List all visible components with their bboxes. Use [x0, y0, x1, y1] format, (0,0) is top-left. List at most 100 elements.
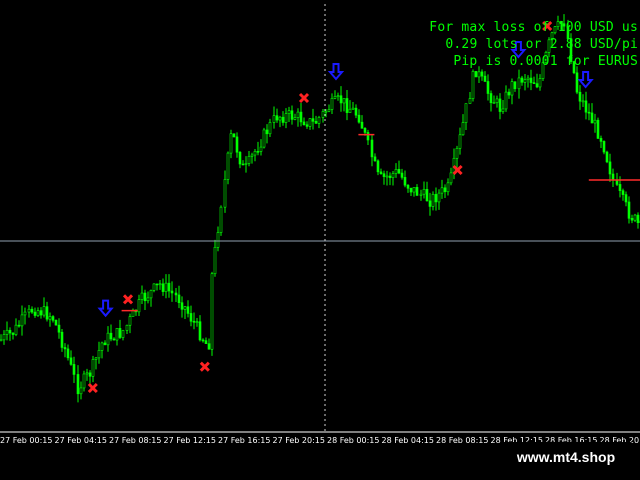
time-tick-label: 27 Feb 00:15 — [0, 436, 52, 445]
candle-body — [394, 169, 398, 174]
candle-body — [409, 187, 413, 193]
candle-body — [370, 139, 374, 158]
candle-body — [608, 161, 612, 175]
candle-body — [501, 108, 505, 112]
price-chart[interactable]: 27 Feb 00:15 27 Feb 04:15 27 Feb 08:15 27 F… — [0, 0, 640, 480]
candle-body — [54, 319, 58, 326]
candle-body — [296, 111, 300, 118]
candle-body — [618, 184, 622, 191]
candle-body — [265, 129, 269, 135]
lot-size-text: 0.29 lots or 2.88 USD/pi — [445, 37, 638, 52]
candle-body — [299, 111, 303, 123]
time-tick-label: 27 Feb 08:15 — [109, 436, 161, 445]
candle-body — [219, 206, 223, 233]
candle-body — [575, 72, 579, 93]
time-tick-label: 28 Feb 00:15 — [327, 436, 379, 445]
candle-body — [314, 121, 318, 124]
candle-body — [440, 187, 444, 194]
candle-body — [504, 91, 508, 110]
candle-body — [229, 133, 233, 154]
candle-body — [5, 329, 9, 335]
candle-body — [351, 107, 355, 110]
candle-body — [2, 334, 6, 341]
candle-body — [20, 314, 24, 327]
candle-body — [373, 156, 377, 162]
candle-body — [587, 111, 591, 114]
candle-body — [602, 141, 606, 153]
candle-body — [293, 117, 297, 120]
candle-body — [11, 332, 15, 335]
candle-body — [495, 98, 499, 103]
candle-body — [513, 81, 517, 90]
candle-body — [45, 306, 49, 320]
candle-body — [636, 214, 640, 224]
watermark-logo: www.mt4.shop — [500, 442, 632, 472]
candle-body — [94, 357, 98, 360]
candle-body — [164, 282, 168, 292]
chart-window[interactable]: 27 Feb 00:15 27 Feb 04:15 27 Feb 08:15 27 F… — [0, 0, 640, 480]
candle-body — [480, 71, 484, 77]
candle-body — [161, 283, 165, 292]
candle-body — [630, 218, 634, 221]
candle-body — [91, 359, 95, 377]
candle-body — [143, 292, 147, 302]
candle-body — [27, 308, 31, 313]
candle-body — [57, 324, 61, 333]
candle-body — [324, 110, 328, 113]
candle-body — [391, 173, 395, 178]
candle-body — [458, 134, 462, 149]
candle-body — [192, 320, 196, 323]
time-tick-label: 27 Feb 04:15 — [55, 436, 107, 445]
candle-body — [425, 189, 429, 202]
candle-body — [76, 374, 80, 395]
candle-body — [535, 83, 539, 88]
candle-body — [216, 232, 220, 248]
candle-body — [385, 175, 389, 178]
time-tick-label: 28 Feb 04:15 — [382, 436, 434, 445]
candle-body — [348, 108, 352, 113]
candle-body — [259, 146, 263, 152]
candle-body — [66, 348, 70, 359]
time-tick-label: 27 Feb 20:15 — [273, 436, 325, 445]
candle-body — [287, 110, 291, 114]
candle-body — [461, 122, 465, 136]
candle-body — [406, 184, 410, 189]
candle-body — [290, 110, 294, 120]
candle-body — [615, 179, 619, 185]
candle-body — [140, 292, 144, 300]
candle-body — [42, 306, 46, 316]
candle-body — [498, 98, 502, 112]
candle-body — [330, 98, 334, 110]
candle-body — [464, 103, 468, 123]
candle-body — [486, 81, 490, 94]
candle-body — [100, 342, 104, 351]
candle-body — [437, 192, 441, 203]
time-tick-label: 27 Feb 12:15 — [164, 436, 216, 445]
candle-body — [275, 115, 279, 121]
candle-body — [397, 169, 401, 174]
candle-body — [415, 187, 419, 196]
time-tick-label: 27 Feb 16:15 — [218, 436, 270, 445]
candle-body — [213, 246, 217, 275]
candle-body — [336, 95, 340, 98]
candle-body — [72, 364, 76, 375]
candle-body — [204, 340, 208, 344]
candle-body — [17, 324, 21, 327]
candle-body — [250, 154, 254, 157]
candle-body — [311, 118, 315, 122]
candle-body — [155, 283, 159, 286]
candle-body — [477, 71, 481, 78]
candle-body — [195, 321, 199, 323]
candle-body — [327, 109, 331, 112]
candle-body — [471, 71, 475, 99]
candle-body — [244, 163, 248, 165]
candle-body — [507, 91, 511, 96]
candle-body — [0, 339, 3, 342]
candle-body — [183, 306, 187, 310]
candle-body — [360, 121, 364, 129]
candle-body — [321, 111, 325, 118]
candle-body — [308, 118, 312, 127]
candle-body — [599, 138, 603, 142]
candle-body — [272, 115, 276, 123]
candle-body — [158, 283, 162, 286]
